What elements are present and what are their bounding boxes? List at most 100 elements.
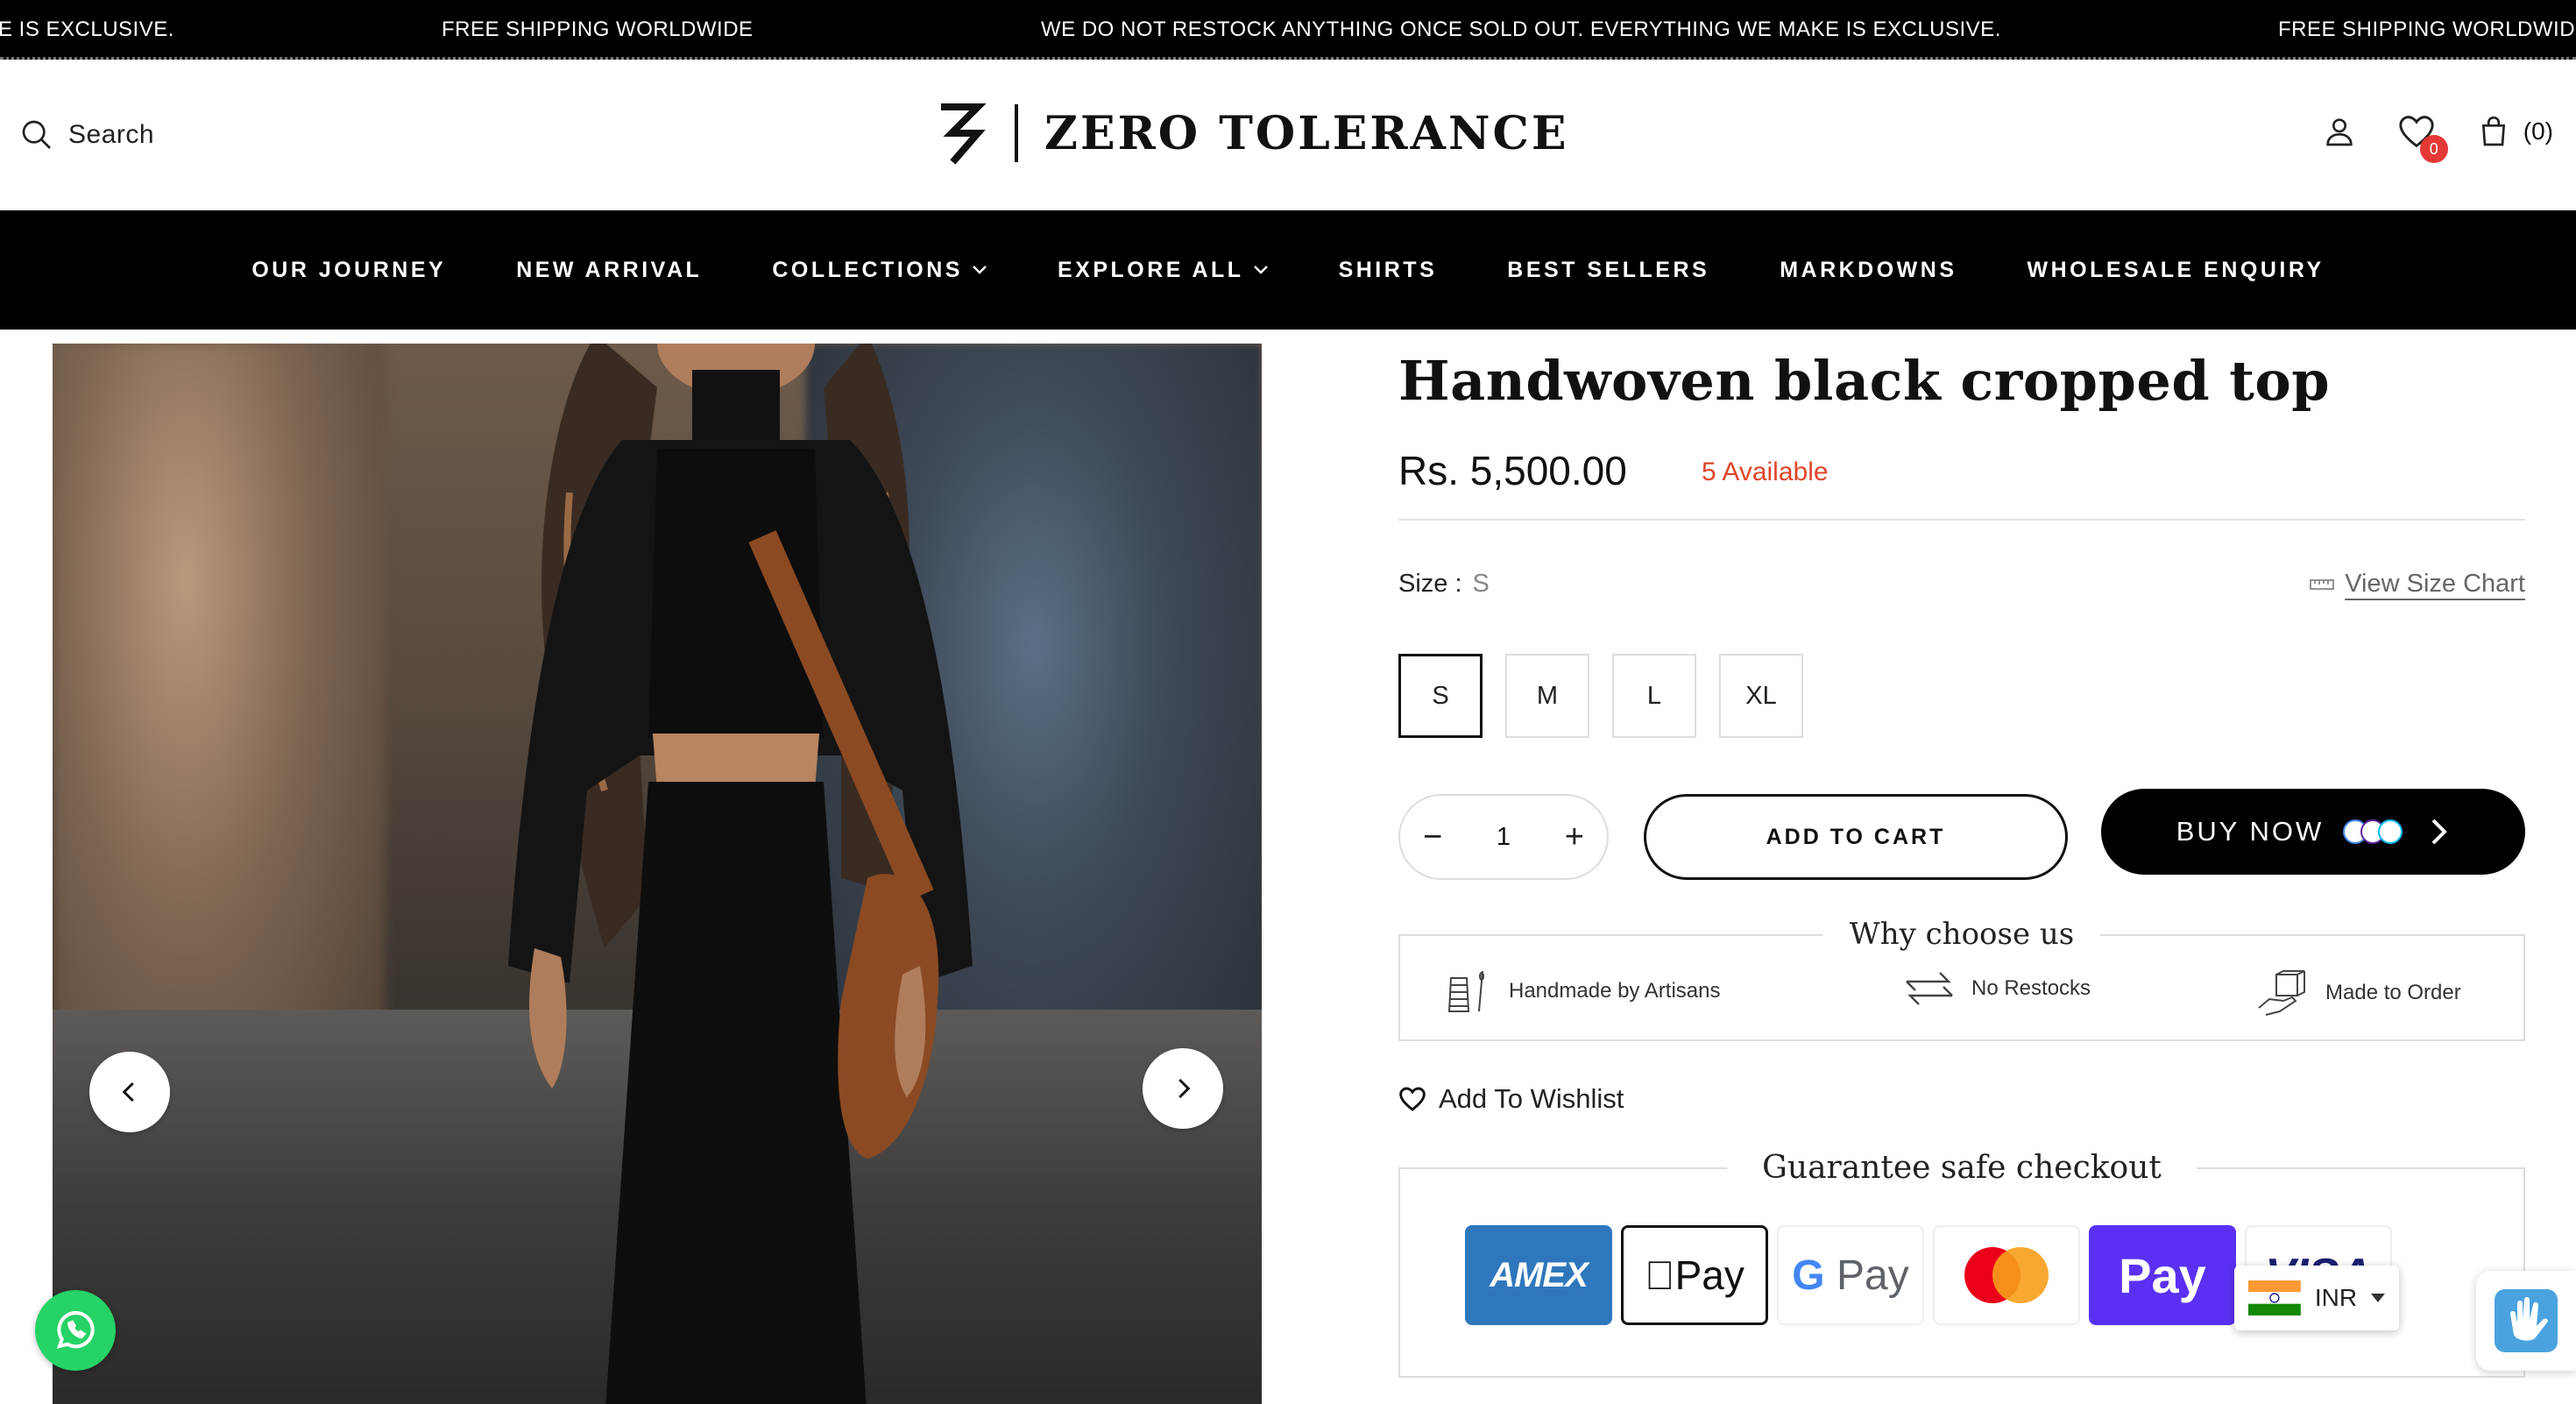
main-nav: OUR JOURNEY NEW ARRIVAL COLLECTIONS EXPL… [0, 210, 2576, 330]
apple-pay-icon: Pay [1621, 1225, 1768, 1325]
gallery-next-button[interactable] [1143, 1048, 1223, 1129]
mastercard-circles [1964, 1247, 2049, 1303]
site-logo[interactable]: ZERO TOLERANCE [939, 100, 1569, 167]
exchange-arrows-icon [1906, 972, 1953, 1005]
gallery-prev-button[interactable] [89, 1052, 170, 1132]
plus-icon[interactable]: + [1565, 819, 1584, 856]
size-option-xl[interactable]: XL [1719, 654, 1803, 738]
announcement-text: FREE SHIPPING WORLDWIDE [2278, 18, 2576, 41]
nav-label: EXPLORE ALL [1057, 257, 1244, 282]
minus-icon[interactable]: − [1423, 819, 1442, 856]
cart-button[interactable]: (0) [2476, 114, 2553, 149]
size-chart-label: View Size Chart [2345, 570, 2525, 598]
site-header: Search ZERO TOLERANCE 0 (0) [0, 61, 2576, 210]
safe-checkout-title: Guarantee safe checkout [1727, 1150, 2197, 1186]
heart-icon [1399, 1087, 1426, 1111]
stock-availability: 5 Available [1702, 457, 1829, 486]
why-item-label: Made to Order [2325, 981, 2461, 1004]
nav-item-new-arrival[interactable]: NEW ARRIVAL [516, 258, 702, 283]
wishlist-header-button[interactable]: 0 [2397, 114, 2448, 163]
nav-item-shirts[interactable]: SHIRTS [1339, 258, 1438, 283]
nav-item-best-sellers[interactable]: BEST SELLERS [1507, 258, 1709, 283]
nav-item-markdowns[interactable]: MARKDOWNS [1780, 258, 1957, 283]
why-item-label: No Restocks [1971, 976, 2091, 1000]
accessibility-button[interactable] [2476, 1271, 2576, 1371]
india-flag-icon [2248, 1280, 2301, 1315]
why-item-made-to-order: Made to Order [2257, 969, 2461, 1017]
chevron-down-icon [1253, 266, 1268, 274]
search-icon [22, 120, 51, 149]
buy-now-label: BUY NOW [2176, 816, 2325, 847]
logo-mark-icon [941, 103, 987, 165]
cart-count: (0) [2523, 117, 2553, 145]
nav-label: BEST SELLERS [1507, 257, 1710, 282]
account-button[interactable] [2322, 114, 2357, 149]
size-chart-link[interactable]: View Size Chart [2310, 570, 2525, 599]
why-item-no-restocks: No Restocks [1903, 969, 2091, 1008]
google-pay-text: Pay [1824, 1252, 1909, 1299]
search-button[interactable]: Search [19, 117, 154, 152]
ruler-icon [2310, 578, 2335, 590]
add-to-wishlist-button[interactable]: Add To Wishlist [1398, 1083, 1624, 1115]
chevron-left-icon [122, 1081, 134, 1103]
shop-pay-text: Pay [2119, 1247, 2206, 1303]
currency-code: INR [2314, 1284, 2358, 1311]
mastercard-icon [1933, 1225, 2080, 1325]
bag-icon [2481, 116, 2505, 146]
why-choose-us-box: Why choose us Handmade by Artisans No Re… [1398, 917, 2525, 1041]
search-label: Search [68, 120, 155, 149]
nav-label: COLLECTIONS [772, 257, 963, 282]
nav-label: WHOLESALE ENQUIRY [2027, 257, 2325, 282]
box-hand-icon [2258, 970, 2305, 1016]
whatsapp-icon [56, 1311, 95, 1349]
buy-now-button[interactable]: BUY NOW [2101, 789, 2525, 875]
upi-logos-icon [2343, 819, 2403, 844]
why-choose-us-title: Why choose us [1822, 917, 2101, 952]
nav-item-explore-all[interactable]: EXPLORE ALL [1058, 258, 1269, 283]
product-price: Rs. 5,500.00 [1398, 448, 1627, 493]
nav-label: NEW ARRIVAL [516, 257, 703, 282]
logo-divider [1015, 104, 1018, 162]
size-label-text: Size : [1398, 570, 1462, 598]
wishlist-count-badge: 0 [2419, 135, 2448, 163]
chevron-down-icon [973, 266, 987, 274]
accessibility-hand-icon [2495, 1289, 2558, 1352]
quantity-value[interactable]: 1 [1497, 823, 1511, 852]
product-title: Handwoven black cropped top [1398, 349, 2331, 413]
size-option-m[interactable]: M [1505, 654, 1589, 738]
size-label: Size : S [1398, 570, 1490, 599]
add-to-cart-button[interactable]: ADD TO CART [1644, 794, 2068, 880]
nav-item-wholesale-enquiry[interactable]: WHOLESALE ENQUIRY [2028, 258, 2325, 283]
caret-down-icon [2371, 1294, 2385, 1302]
thread-needle-icon [1447, 970, 1484, 1012]
chevron-right-icon [2431, 819, 2448, 845]
size-option-s[interactable]: S [1398, 654, 1483, 738]
nav-item-collections[interactable]: COLLECTIONS [772, 258, 987, 283]
announcement-text: FREE SHIPPING WORLDWIDE [442, 18, 754, 41]
user-icon [2326, 118, 2353, 146]
currency-selector[interactable]: INR [2234, 1266, 2399, 1330]
nav-label: SHIRTS [1338, 257, 1438, 282]
announcement-bar: E IS EXCLUSIVE. FREE SHIPPING WORLDWIDE … [0, 0, 2576, 60]
nav-label: MARKDOWNS [1780, 257, 1957, 282]
divider [1398, 519, 2525, 521]
selected-size: S [1472, 570, 1490, 598]
model-photo [508, 344, 973, 1404]
whatsapp-chat-button[interactable] [35, 1290, 116, 1371]
google-pay-icon: G Pay [1777, 1225, 1924, 1325]
announcement-text: WE DO NOT RESTOCK ANYTHING ONCE SOLD OUT… [1041, 18, 2001, 41]
chevron-right-icon [1178, 1078, 1191, 1099]
quantity-stepper: − 1 + [1398, 794, 1609, 880]
why-item-handmade: Handmade by Artisans [1444, 969, 1720, 1013]
shop-pay-icon: Pay [2089, 1225, 2236, 1325]
size-option-l[interactable]: L [1612, 654, 1696, 738]
product-image-gallery[interactable] [53, 344, 1262, 1404]
why-item-label: Handmade by Artisans [1509, 979, 1721, 1003]
nav-item-our-journey[interactable]: OUR JOURNEY [251, 258, 446, 283]
wishlist-label: Add To Wishlist [1439, 1083, 1624, 1114]
apple-pay-text: Pay [1660, 1252, 1744, 1298]
amex-icon: AMEX [1465, 1225, 1612, 1325]
announcement-text: E IS EXCLUSIVE. [0, 18, 174, 41]
size-options: S M L XL [1398, 654, 1803, 738]
logo-text: ZERO TOLERANCE [1044, 106, 1569, 160]
